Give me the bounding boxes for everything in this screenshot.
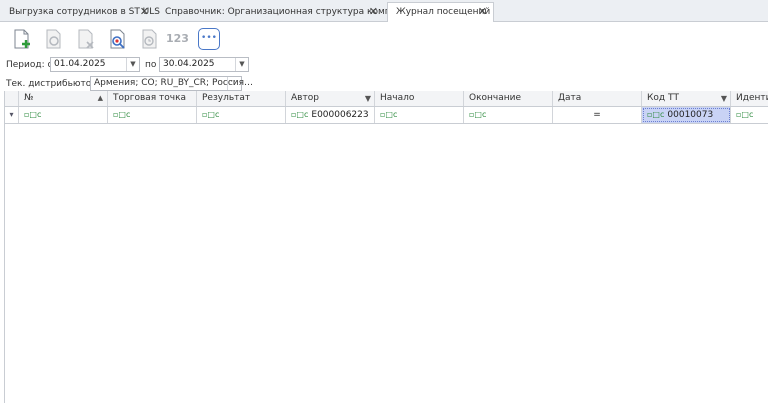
- tab-label: Журнал посещений: [396, 7, 491, 17]
- column-label: Дата: [558, 93, 582, 103]
- more-icon[interactable]: •••: [198, 28, 220, 50]
- date-to-value: 30.04.2025: [163, 59, 215, 69]
- distributor-label: Тек. дистрибьютор:: [6, 79, 100, 89]
- filter-operator-icon[interactable]: ▫□c: [291, 107, 308, 123]
- filter-cell-author[interactable]: ▫□c E000006223: [286, 107, 375, 123]
- tab-bar: Выгрузка сотрудников в ST ULS ✕ Справочн…: [0, 0, 768, 22]
- filter-value-author: E000006223: [311, 110, 369, 120]
- filter-operator-icon[interactable]: ▫□c: [647, 107, 664, 123]
- filter-operator-icon[interactable]: ▫□c: [380, 107, 397, 123]
- column-label: Код ТТ: [647, 93, 679, 103]
- tab-export-employees[interactable]: Выгрузка сотрудников в ST ULS ✕: [0, 2, 160, 21]
- chevron-down-icon[interactable]: ▼: [235, 58, 248, 71]
- delete-doc-icon[interactable]: [74, 28, 96, 50]
- filter-row: ▾ ▫□c ▫□c ▫□c ▫□c E000006223 ▫□c ▫□c = ▫□…: [5, 107, 768, 124]
- filter-operator-icon[interactable]: ▫□c: [469, 107, 486, 123]
- column-label: Торговая точка: [113, 93, 187, 103]
- to-label: по: [145, 60, 157, 70]
- new-doc-icon[interactable]: [10, 28, 32, 50]
- column-label: Идентиф: [736, 93, 768, 103]
- history-icon[interactable]: [138, 28, 160, 50]
- visits-grid: № ▲ Торговая точка Результат Автор ▼ Нач…: [4, 91, 768, 403]
- column-header-identifier[interactable]: Идентиф: [731, 91, 768, 106]
- column-header-code-tt[interactable]: Код ТТ ▼: [642, 91, 731, 106]
- column-label: Результат: [202, 93, 251, 103]
- filter-icon[interactable]: ▼: [721, 91, 727, 106]
- date-from-value: 01.04.2025: [54, 59, 106, 69]
- filter-operator-icon[interactable]: ▫□c: [202, 107, 219, 123]
- filter-cell-end[interactable]: ▫□c: [464, 107, 553, 123]
- column-header-author[interactable]: Автор ▼: [286, 91, 375, 106]
- distributor-field[interactable]: Армения; CO; RU_BY_CR; Россия… ···: [90, 76, 253, 91]
- filter-row-marker: ▾: [5, 107, 19, 123]
- grid-header: № ▲ Торговая точка Результат Автор ▼ Нач…: [5, 91, 768, 107]
- filter-cell-result[interactable]: ▫□c: [197, 107, 286, 123]
- filter-operator-icon[interactable]: ▫□c: [24, 107, 41, 123]
- close-icon[interactable]: ✕: [140, 3, 149, 21]
- column-label: №: [24, 93, 34, 103]
- column-header-date[interactable]: Дата: [553, 91, 642, 106]
- period-label: Период: с: [6, 60, 53, 70]
- close-icon[interactable]: ✕: [478, 3, 487, 21]
- view-doc-icon[interactable]: [42, 28, 64, 50]
- filter-operator-icon[interactable]: ▫□c: [736, 107, 753, 123]
- filter-cell-code-tt[interactable]: ▫□c 00010073: [642, 107, 731, 123]
- tab-visit-journal[interactable]: Журнал посещений ✕: [387, 2, 494, 22]
- column-header-number[interactable]: № ▲: [19, 91, 108, 106]
- column-header-outlet[interactable]: Торговая точка: [108, 91, 197, 106]
- filter-cell-outlet[interactable]: ▫□c: [108, 107, 197, 123]
- tab-label: Выгрузка сотрудников в ST ULS: [9, 7, 160, 17]
- tab-org-structure[interactable]: Справочник: Организационная структура ко…: [156, 2, 414, 21]
- row-indicator-header: [5, 91, 19, 106]
- numbering-button[interactable]: 123: [166, 28, 192, 50]
- close-icon[interactable]: ✕: [369, 3, 378, 21]
- chevron-down-icon[interactable]: ▼: [126, 58, 139, 71]
- toolbar: 123 •••: [0, 22, 768, 56]
- filter-cell-number[interactable]: ▫□c: [19, 107, 108, 123]
- filter-icon[interactable]: ▼: [365, 91, 371, 106]
- find-doc-icon[interactable]: [106, 28, 128, 50]
- column-label: Автор: [291, 93, 319, 103]
- column-header-end[interactable]: Окончание: [464, 91, 553, 106]
- filter-cell-date[interactable]: =: [553, 107, 642, 123]
- column-header-result[interactable]: Результат: [197, 91, 286, 106]
- filter-value-code-tt: 00010073: [667, 110, 714, 120]
- filter-operator-icon[interactable]: ▫□c: [113, 107, 130, 123]
- column-label: Окончание: [469, 93, 522, 103]
- sort-asc-icon: ▲: [97, 94, 103, 102]
- column-label: Начало: [380, 93, 415, 103]
- date-to-field[interactable]: 30.04.2025 ▼: [159, 57, 249, 72]
- column-header-start[interactable]: Начало: [375, 91, 464, 106]
- filter-cell-identifier[interactable]: ▫□c: [731, 107, 768, 123]
- date-from-field[interactable]: 01.04.2025 ▼: [50, 57, 140, 72]
- ellipsis-button[interactable]: ···: [227, 77, 241, 90]
- filter-cell-start[interactable]: ▫□c: [375, 107, 464, 123]
- filter-operator-equals[interactable]: =: [593, 110, 601, 120]
